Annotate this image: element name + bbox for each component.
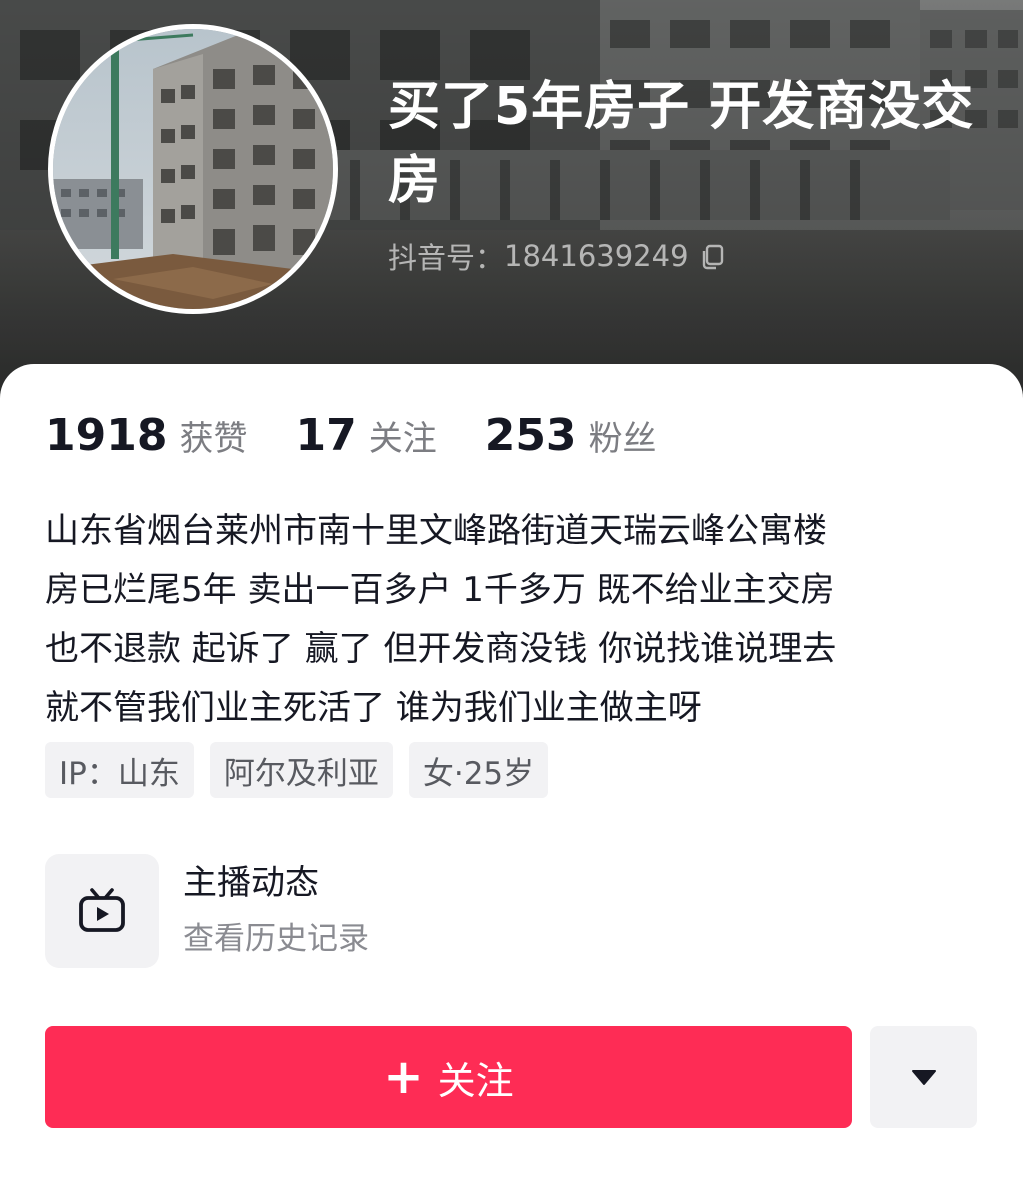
tag-region[interactable]: 阿尔及利亚 <box>209 742 393 798</box>
stat-following-label: 关注 <box>368 419 437 459</box>
live-subtitle: 查看历史记录 <box>183 921 369 957</box>
plus-icon: + <box>383 1049 424 1105</box>
stat-followers-label: 粉丝 <box>588 419 657 459</box>
avatar[interactable] <box>48 24 338 314</box>
tags-row: IP：山东 阿尔及利亚 女·25岁 <box>45 742 564 798</box>
stat-following[interactable]: 17 关注 <box>295 410 436 461</box>
stat-following-value: 17 <box>295 410 357 461</box>
follow-button-label: 关注 <box>437 1058 514 1103</box>
profile-panel: 1918 获赞 17 关注 253 粉丝 山东省烟台莱州市南十里文峰路街道天瑞云… <box>0 364 1023 1200</box>
more-options-button[interactable] <box>870 1026 977 1128</box>
live-title: 主播动态 <box>183 863 319 903</box>
bio-line: 房已烂尾5年 卖出一百多户 1千多万 既不给业主交房 <box>45 570 835 610</box>
stat-followers-value: 253 <box>484 410 577 461</box>
bio-line: 山东省烟台莱州市南十里文峰路街道天瑞云峰公寓楼 <box>45 511 827 551</box>
tag-ip-location: IP：山东 <box>45 742 194 798</box>
stat-likes-label: 获赞 <box>179 419 248 459</box>
bio-line: 就不管我们业主死活了 谁为我们业主做主呀 <box>45 688 702 728</box>
tag-gender-age: 女·25岁 <box>408 742 549 798</box>
account-id-label: 抖音号： <box>388 241 505 275</box>
caret-down-icon <box>911 1070 936 1085</box>
copy-icon[interactable] <box>699 243 725 270</box>
live-activity-entry[interactable]: 主播动态 查看历史记录 <box>45 854 369 968</box>
account-id-value: 1841639249 <box>504 239 689 273</box>
profile-name: 买了5年房子 开发商没交房 <box>388 77 975 211</box>
stat-likes[interactable]: 1918 获赞 <box>45 410 247 461</box>
live-icon-box <box>45 854 159 968</box>
stats-row: 1918 获赞 17 关注 253 粉丝 <box>45 410 705 461</box>
stat-followers[interactable]: 253 粉丝 <box>485 410 657 461</box>
live-text: 主播动态 查看历史记录 <box>183 858 369 964</box>
account-id-row[interactable]: 抖音号： 1841639249 <box>388 236 725 276</box>
construction-site-photo-icon <box>53 29 333 309</box>
stat-likes-value: 1918 <box>45 410 168 461</box>
tv-icon <box>79 888 125 932</box>
bio: 山东省烟台莱州市南十里文峰路街道天瑞云峰公寓楼 房已烂尾5年 卖出一百多户 1千… <box>45 502 985 738</box>
follow-button[interactable]: + 关注 <box>45 1026 852 1128</box>
bio-line: 也不退款 起诉了 赢了 但开发商没钱 你说找谁说理去 <box>45 629 837 669</box>
